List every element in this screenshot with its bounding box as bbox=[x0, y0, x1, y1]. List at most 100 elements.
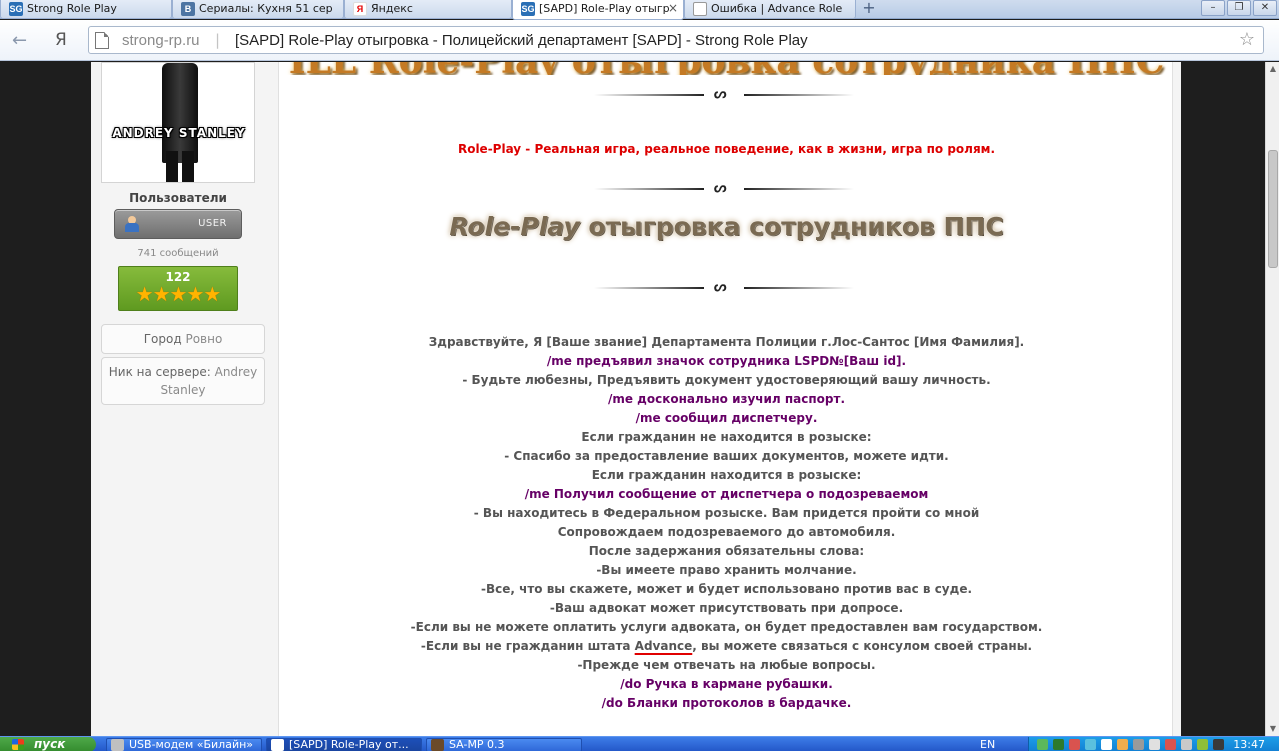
script-line: - Будьте любезны, Предъявить документ уд… bbox=[462, 373, 991, 387]
vk-icon: B bbox=[181, 2, 195, 16]
tray-torrent-icon[interactable] bbox=[1053, 739, 1064, 750]
start-label: пуск bbox=[34, 737, 66, 751]
roleplay-script: Здравствуйте, Я [Ваше звание] Департамен… bbox=[279, 333, 1174, 713]
tab-label: Яндекс bbox=[371, 2, 413, 15]
tray-app-icon[interactable] bbox=[1213, 739, 1224, 750]
script-command: /me досконально изучил паспорт. bbox=[607, 392, 846, 406]
post-title-banner: ILL Role-Play отыгровка сотрудника ППС bbox=[279, 62, 1174, 75]
misspelled-word[interactable]: Advance bbox=[635, 639, 693, 653]
avatar[interactable]: ANDREY STANLEY bbox=[101, 62, 255, 183]
tray-app-icon[interactable] bbox=[1197, 739, 1208, 750]
maximize-icon[interactable]: ❐ bbox=[1227, 0, 1251, 16]
script-line: -Ваш адвокат может присутствовать при до… bbox=[549, 601, 904, 615]
tab-sapd-role-play[interactable]: SG [SAPD] Role-Play отыгр × bbox=[512, 0, 684, 20]
samp-icon bbox=[431, 739, 444, 751]
yandex-browser-icon bbox=[271, 739, 284, 751]
user-badge: USER bbox=[114, 209, 242, 239]
city-label: Город bbox=[143, 332, 182, 346]
tab-strip: SG Strong Role Play B Сериалы: Кухня 51 … bbox=[0, 0, 1279, 20]
tray-app-icon[interactable] bbox=[1165, 739, 1176, 750]
script-command: /me предъявил значок сотрудника LSPD№[Ва… bbox=[546, 354, 907, 368]
script-command: /me сообщил диспетчеру. bbox=[635, 411, 818, 425]
tray-volume-icon[interactable] bbox=[1149, 739, 1160, 750]
script-line: -Если вы не гражданин штата Advance, вы … bbox=[420, 639, 1033, 653]
system-tray: 13:47 bbox=[1028, 737, 1279, 751]
tab-advance-error[interactable]: Ошибка | Advance Role bbox=[684, 0, 856, 19]
script-line: -Все, что вы скажете, может и будет испо… bbox=[480, 582, 973, 596]
language-indicator[interactable]: EN bbox=[980, 738, 995, 751]
script-command: /do Ручка в кармане рубашки. bbox=[620, 677, 833, 691]
tray-network-icon[interactable] bbox=[1037, 739, 1048, 750]
script-line: -Прежде чем отвечать на любые вопросы. bbox=[577, 658, 876, 672]
script-line: Здравствуйте, Я [Ваше звание] Департамен… bbox=[428, 335, 1025, 349]
nick-card: Ник на сервере: Andrey Stanley bbox=[101, 357, 265, 405]
scroll-up-icon[interactable]: ▲ bbox=[1266, 62, 1279, 76]
task-usb-modem[interactable]: USB-модем «Билайн» bbox=[106, 738, 262, 751]
bookmark-star-icon[interactable]: ☆ bbox=[1239, 29, 1255, 50]
minimize-icon[interactable]: – bbox=[1201, 0, 1225, 16]
address-page-title: [SAPD] Role-Play отыгровка - Полицейский… bbox=[235, 32, 808, 49]
badge-label: USER bbox=[198, 218, 227, 229]
tray-app-icon[interactable] bbox=[1117, 739, 1128, 750]
user-profile-sidebar: ANDREY STANLEY Пользователи USER 741 соо… bbox=[101, 62, 266, 405]
script-line: Сопровождаем подозреваемого до автомобил… bbox=[557, 525, 896, 539]
city-value: Ровно bbox=[185, 332, 223, 346]
yandex-home-icon[interactable]: Я bbox=[55, 30, 67, 50]
scroll-down-icon[interactable]: ▼ bbox=[1266, 722, 1279, 736]
role-play-definition: Role-Play - Реальная игра, реальное пове… bbox=[457, 142, 996, 156]
tray-app-icon[interactable] bbox=[1181, 739, 1192, 750]
close-tab-icon[interactable]: × bbox=[668, 1, 678, 15]
tab-strong-role-play[interactable]: SG Strong Role Play bbox=[0, 0, 172, 19]
script-command: /me Получил сообщение от диспетчера о по… bbox=[524, 487, 929, 501]
script-line: -Вы имеете право хранить молчание. bbox=[596, 563, 857, 577]
vertical-scrollbar[interactable]: ▲ ▼ bbox=[1265, 62, 1279, 736]
post-body: ILL Role-Play отыгровка сотрудника ППС ᔕ… bbox=[278, 62, 1173, 736]
task-browser[interactable]: [SAPD] Role-Play от... bbox=[266, 738, 422, 751]
ornament-divider: ᔕ bbox=[594, 86, 854, 102]
address-bar[interactable]: strong-rp.ru | [SAPD] Role-Play отыгровк… bbox=[88, 26, 1264, 54]
script-line: Если гражданин не находится в розыске: bbox=[581, 430, 872, 444]
sg-icon: SG bbox=[521, 2, 535, 16]
task-samp[interactable]: SA-MP 0.3 bbox=[426, 738, 582, 751]
page-viewport: ANDREY STANLEY Пользователи USER 741 соо… bbox=[0, 62, 1265, 736]
tray-app-icon[interactable] bbox=[1069, 739, 1080, 750]
address-domain: strong-rp.ru bbox=[122, 32, 200, 49]
avatar-figure bbox=[162, 63, 198, 163]
document-icon bbox=[693, 2, 707, 16]
yandex-icon: Я bbox=[353, 2, 367, 16]
city-card: Город Ровно bbox=[101, 324, 265, 354]
tab-yandex[interactable]: Я Яндекс bbox=[344, 0, 512, 19]
post-count: 741 сообщений bbox=[137, 248, 219, 259]
tray-app-icon[interactable] bbox=[1101, 739, 1112, 750]
back-arrow-icon[interactable]: ← bbox=[12, 30, 27, 51]
script-line: - Вы находитесь в Федеральном розыске. В… bbox=[473, 506, 980, 520]
modem-icon bbox=[111, 739, 124, 751]
browser-toolbar: ← Я strong-rp.ru | [SAPD] Role-Play отыг… bbox=[0, 20, 1279, 61]
windows-logo-icon bbox=[12, 739, 24, 750]
sg-icon: SG bbox=[9, 2, 23, 16]
forum-content: ANDREY STANLEY Пользователи USER 741 соо… bbox=[91, 62, 1181, 736]
tray-app-icon[interactable] bbox=[1085, 739, 1096, 750]
nick-label: Ник на сервере: bbox=[108, 365, 211, 379]
script-line: - Спасибо за предоставление ваших докуме… bbox=[504, 449, 949, 463]
new-tab-button[interactable]: + bbox=[858, 0, 880, 18]
clock: 13:47 bbox=[1233, 738, 1265, 751]
taskbar: пуск USB-модем «Билайн» [SAPD] Role-Play… bbox=[0, 736, 1279, 751]
script-command: /do Бланки протоколов в бардачке. bbox=[601, 696, 852, 710]
script-line: После задержания обязательны слова: bbox=[588, 544, 865, 558]
tray-app-icon[interactable] bbox=[1133, 739, 1144, 750]
tab-serials[interactable]: B Сериалы: Кухня 51 сер bbox=[172, 0, 344, 19]
page-icon bbox=[95, 32, 109, 49]
address-separator: | bbox=[215, 31, 221, 49]
start-button[interactable]: пуск bbox=[0, 737, 96, 751]
user-group: Пользователи bbox=[129, 191, 227, 205]
script-line: -Если вы не можете оплатить услуги адвок… bbox=[410, 620, 1043, 634]
avatar-name: ANDREY STANLEY bbox=[112, 126, 246, 140]
close-window-icon[interactable]: ✕ bbox=[1253, 0, 1277, 16]
user-icon bbox=[125, 216, 139, 232]
scrollbar-thumb[interactable] bbox=[1268, 150, 1278, 268]
post-heading: Role-Play отыгровка сотрудников ППС bbox=[449, 212, 1004, 241]
star-rating-icon: ★★★★★ bbox=[135, 282, 222, 306]
reputation-box: 122 ★★★★★ bbox=[118, 266, 238, 311]
script-line: Если гражданин находится в розыске: bbox=[591, 468, 862, 482]
